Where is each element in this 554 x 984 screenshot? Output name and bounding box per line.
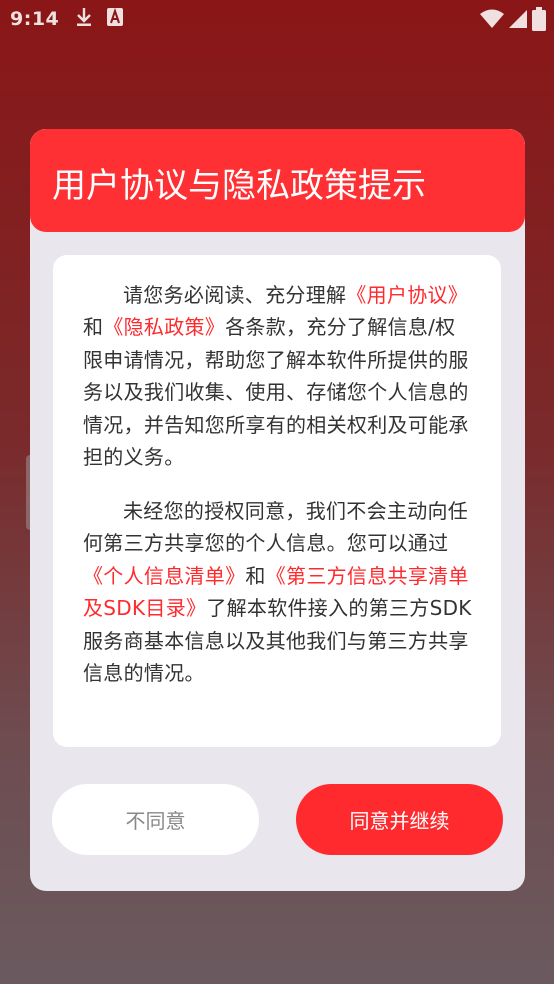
privacy-dialog: 用户协议与隐私政策提示 请您务必阅读、充分理解《用户协议》和《隐私政策》各条款，… <box>30 129 525 891</box>
a-icon <box>107 7 124 30</box>
para2-text-b: 和 <box>245 563 266 588</box>
wifi-icon <box>480 9 504 33</box>
content-card: 请您务必阅读、充分理解《用户协议》和《隐私政策》各条款，充分了解信息/权限申请情… <box>53 255 501 747</box>
status-icons-right <box>480 7 546 35</box>
personal-info-list-link[interactable]: 《个人信息清单》 <box>83 564 245 588</box>
battery-icon <box>532 7 546 35</box>
paragraph-2: 未经您的授权同意，我们不会主动向任何第三方共享您的个人信息。您可以通过《个人信息… <box>83 495 475 689</box>
status-time: 9:14 <box>10 8 60 30</box>
para1-text-a: 请您务必阅读、充分理解 <box>123 283 347 307</box>
signal-icon <box>508 9 528 33</box>
user-agreement-link[interactable]: 《用户协议》 <box>346 283 468 307</box>
para1-text-b: 和 <box>83 315 104 340</box>
para2-text-a: 未经您的授权同意，我们不会主动向任何第三方共享您的个人信息。您可以通过 <box>83 499 469 556</box>
dialog-header: 用户协议与隐私政策提示 <box>30 129 525 232</box>
decline-button[interactable]: 不同意 <box>52 784 259 855</box>
agree-continue-button[interactable]: 同意并继续 <box>296 784 503 855</box>
status-bar: 9:14 <box>0 0 554 38</box>
paragraph-1: 请您务必阅读、充分理解《用户协议》和《隐私政策》各条款，充分了解信息/权限申请情… <box>83 279 475 473</box>
dialog-title: 用户协议与隐私政策提示 <box>52 166 426 206</box>
download-icon <box>75 7 93 31</box>
status-icons-left <box>75 7 124 31</box>
privacy-policy-link[interactable]: 《隐私政策》 <box>103 315 225 339</box>
